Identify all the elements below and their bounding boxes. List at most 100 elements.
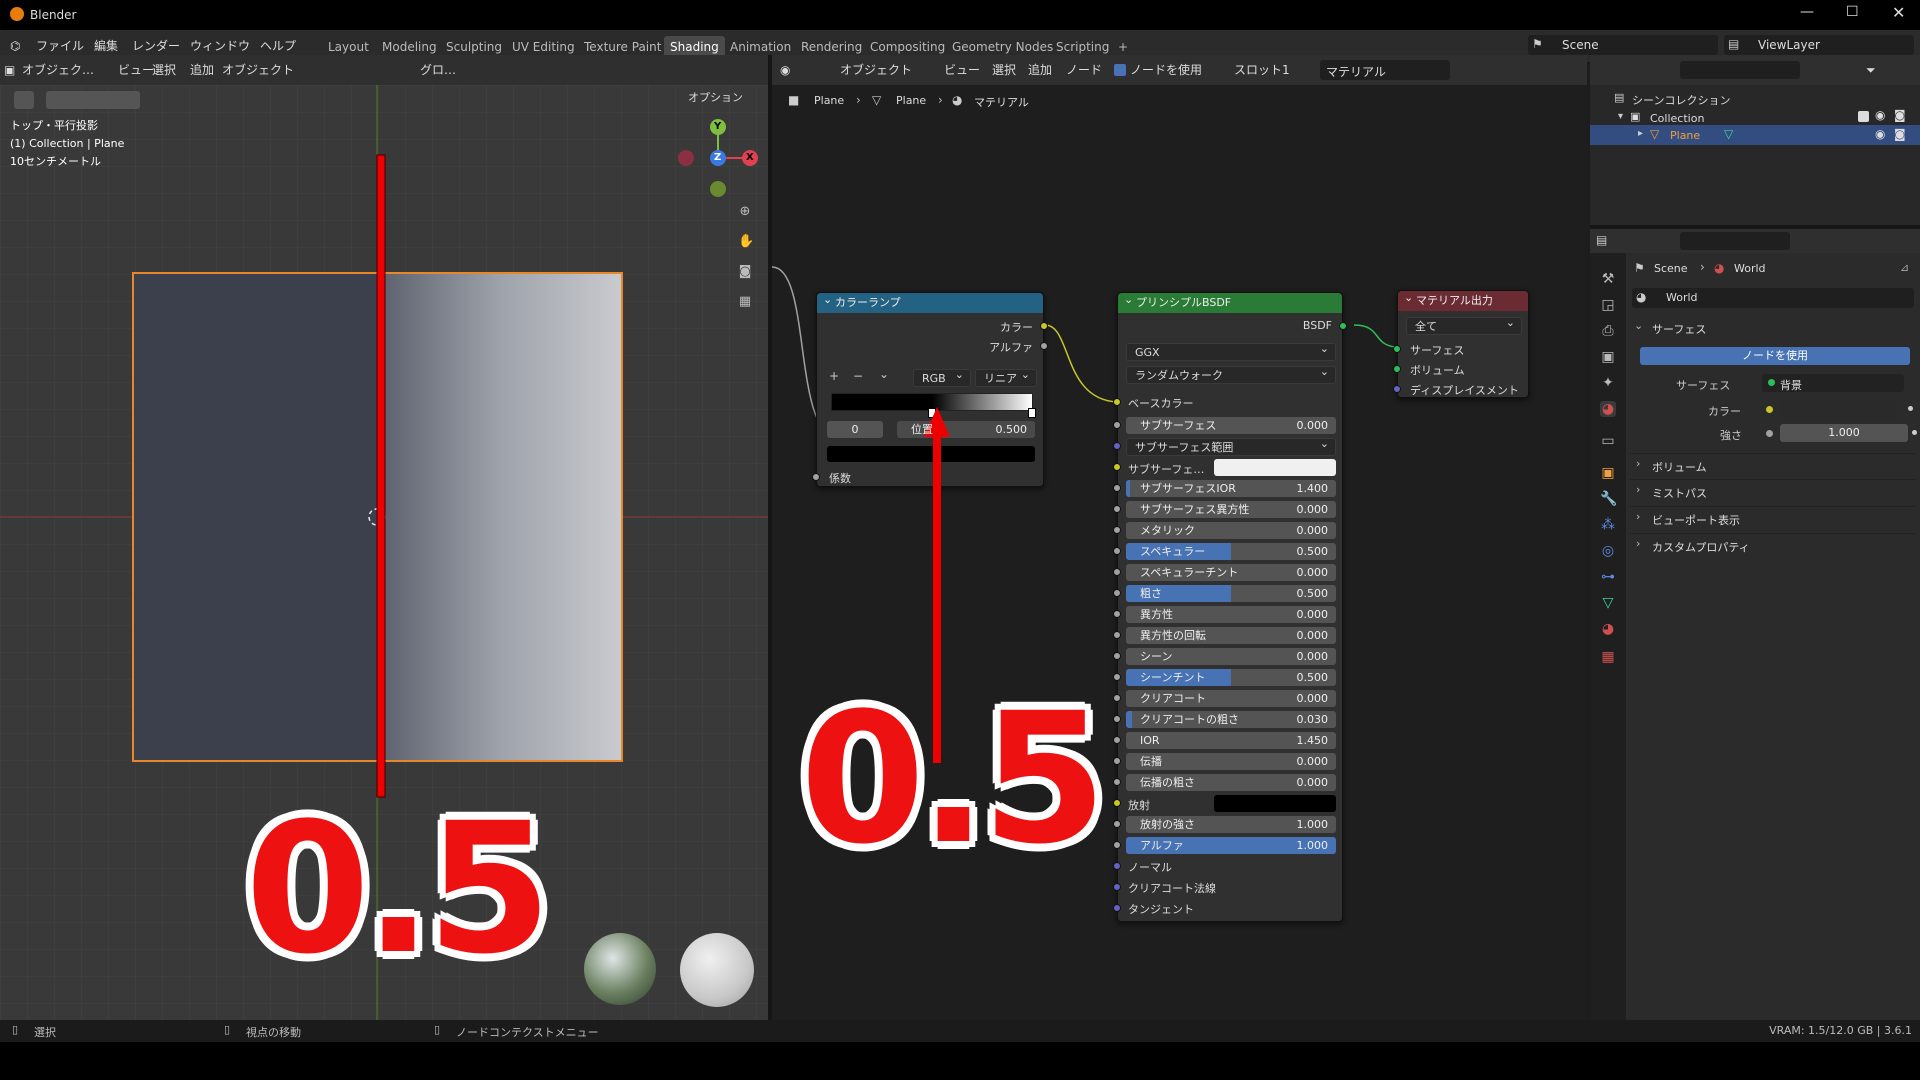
- viewport-display-panel-header[interactable]: › ビューポート表示: [1630, 506, 1916, 528]
- bsdf-input-socket[interactable]: [1113, 820, 1121, 828]
- shader-node-editor[interactable]: ■ Plane › ▽ Plane › ◕ マテリアル カラーランプ カラー ア…: [772, 85, 1587, 1020]
- custom-properties-panel-header[interactable]: › カスタムプロパティ: [1630, 533, 1916, 555]
- bsdf-color-swatch[interactable]: [1214, 459, 1336, 476]
- mode-dropdown[interactable]: オブジェク…: [22, 55, 94, 85]
- principled-bsdf-node[interactable]: プリンシプルBSDF BSDF GGX ランダムウォーク ベースカラー サブサー…: [1113, 290, 1347, 922]
- bsdf-value-field[interactable]: スペキュラー 0.500: [1126, 543, 1336, 560]
- collection-tab-icon[interactable]: ▭: [1600, 433, 1616, 449]
- bsdf-value-field[interactable]: クリアコートの粗さ 0.030: [1126, 711, 1336, 728]
- bsdf-input-socket[interactable]: [1113, 484, 1121, 492]
- bsdf-value-field[interactable]: 放射の強さ 1.000: [1126, 816, 1336, 833]
- menu-add[interactable]: 追加: [190, 55, 214, 85]
- scene-selector[interactable]: ⚑ Scene: [1528, 35, 1718, 55]
- base-color-socket[interactable]: [1113, 398, 1121, 406]
- bsdf-input-socket[interactable]: [1113, 799, 1121, 807]
- bsdf-input-socket[interactable]: [1113, 526, 1121, 534]
- add-stop-button[interactable]: +: [829, 369, 839, 383]
- object-dropdown[interactable]: オブジェクト: [840, 55, 912, 85]
- outliner-row-plane[interactable]: ▸ ▽ Plane ▽ ◉ ◙: [1590, 125, 1920, 145]
- ramp-menu-icon[interactable]: ⌄: [879, 367, 889, 381]
- color-mode-dropdown[interactable]: RGB: [913, 366, 971, 387]
- menu-select[interactable]: 選択: [152, 55, 176, 85]
- bsdf-input-socket[interactable]: [1113, 568, 1121, 576]
- bsdf-value-field[interactable]: アルファ 1.000: [1126, 837, 1336, 854]
- slot-dropdown[interactable]: スロット1: [1234, 55, 1290, 85]
- world-tab-icon[interactable]: ◕: [1600, 401, 1616, 417]
- properties-editor-icon[interactable]: ▤: [1596, 233, 1607, 247]
- bsdf-input-socket[interactable]: [1113, 505, 1121, 513]
- bsdf-input-socket[interactable]: [1113, 673, 1121, 681]
- output-tab-icon[interactable]: ⎙: [1600, 323, 1616, 339]
- output-target-dropdown[interactable]: 全て: [1406, 314, 1522, 335]
- bsdf-input-socket[interactable]: [1113, 652, 1121, 660]
- eye-icon[interactable]: ◉: [1875, 108, 1885, 122]
- bsdf-value-field[interactable]: サブサーフェス異方性 0.000: [1126, 501, 1336, 518]
- bsdf-value-field[interactable]: 伝播 0.000: [1126, 753, 1336, 770]
- zoom-icon[interactable]: ⊕: [738, 205, 752, 219]
- bsdf-input-socket[interactable]: [1113, 778, 1121, 786]
- menu-select[interactable]: 選択: [992, 55, 1016, 85]
- menu-view[interactable]: ビュー: [944, 55, 980, 85]
- viewport-options-dropdown[interactable]: オプション: [688, 89, 743, 105]
- plane-eye-icon[interactable]: ◉: [1875, 127, 1885, 141]
- material-tab-icon[interactable]: ◕: [1600, 621, 1616, 637]
- use-nodes-checkbox[interactable]: [1114, 64, 1126, 76]
- filter-icon[interactable]: ⏷: [1866, 55, 1876, 85]
- camera-render-icon[interactable]: ◙: [1894, 108, 1906, 122]
- bsdf-value-field[interactable]: 粗さ 0.500: [1126, 585, 1336, 602]
- properties-search-field[interactable]: [1680, 232, 1790, 250]
- tool-tab-icon[interactable]: ⚒: [1600, 271, 1616, 287]
- bsdf-input-socket[interactable]: [1113, 841, 1121, 849]
- world-color-swatch[interactable]: [1780, 400, 1896, 418]
- surface-shader-field[interactable]: 背景: [1762, 374, 1904, 392]
- world-selector[interactable]: ◕ World: [1632, 288, 1914, 308]
- use-nodes-button[interactable]: ノードを使用: [1640, 347, 1910, 365]
- bsdf-input-socket[interactable]: [1113, 421, 1121, 429]
- distribution-dropdown[interactable]: GGX: [1126, 340, 1336, 361]
- bsdf-value-field[interactable]: 伝播の粗さ 0.000: [1126, 774, 1336, 791]
- plane-expand-icon[interactable]: ▸: [1638, 128, 1643, 139]
- bsdf-input-socket[interactable]: [1113, 610, 1121, 618]
- bsdf-input-socket[interactable]: [1113, 694, 1121, 702]
- bsdf-color-swatch[interactable]: [1214, 795, 1336, 812]
- material-selector[interactable]: マテリアル: [1320, 60, 1450, 80]
- bsdf-header[interactable]: プリンシプルBSDF: [1118, 290, 1342, 313]
- minimize-button[interactable]: —: [1800, 4, 1814, 20]
- bsdf-value-field[interactable]: シーンチント 0.500: [1126, 669, 1336, 686]
- camera-icon[interactable]: ◙: [738, 265, 752, 279]
- ortho-grid-icon[interactable]: ▦: [738, 295, 752, 309]
- output-color-socket[interactable]: [1040, 322, 1048, 330]
- bsdf-value-field[interactable]: サブサーフェス 0.000: [1126, 417, 1336, 434]
- transform-orientation-dropdown[interactable]: グロ…: [420, 55, 456, 85]
- bsdf-value-field[interactable]: IOR 1.450: [1126, 732, 1336, 749]
- color-keyframe-dot[interactable]: [1908, 406, 1913, 411]
- bsdf-input-socket[interactable]: [1113, 547, 1121, 555]
- modifier-tab-icon[interactable]: 🔧: [1600, 491, 1617, 507]
- menu-object[interactable]: オブジェクト: [222, 55, 294, 85]
- clearcoat-normal-socket[interactable]: [1113, 883, 1121, 891]
- interpolation-dropdown[interactable]: リニア: [975, 366, 1037, 387]
- bsdf-value-field[interactable]: スペキュラーチント 0.000: [1126, 564, 1336, 581]
- stop-position-field[interactable]: 位置 0.500: [897, 421, 1035, 438]
- pin-icon[interactable]: ⊿: [1900, 261, 1909, 274]
- plane-render-icon[interactable]: ◙: [1894, 127, 1906, 141]
- outliner[interactable]: ▤ シーンコレクション ▾ ▣ Collection ◉ ◙ ▸ ▽ Plane…: [1590, 85, 1920, 225]
- surface-panel-header[interactable]: ⌄ サーフェス: [1630, 317, 1916, 339]
- strength-field[interactable]: 1.000: [1780, 424, 1908, 442]
- collection-checkbox[interactable]: [1858, 111, 1869, 122]
- view-layer-selector[interactable]: ▤ ViewLayer: [1724, 35, 1914, 55]
- bsdf-value-field[interactable]: クリアコート 0.000: [1126, 690, 1336, 707]
- editor-type-icon[interactable]: ▣: [4, 55, 15, 85]
- bsdf-input-socket[interactable]: [1113, 631, 1121, 639]
- menu-add[interactable]: 追加: [1028, 55, 1052, 85]
- pan-hand-icon[interactable]: ✋: [738, 235, 754, 249]
- bsdf-value-field[interactable]: 異方性の回転 0.000: [1126, 627, 1336, 644]
- view-layer-tab-icon[interactable]: ▣: [1600, 349, 1616, 365]
- bsdf-input-socket[interactable]: [1113, 589, 1121, 597]
- volume-panel-header[interactable]: › ボリューム: [1630, 453, 1916, 475]
- normal-socket[interactable]: [1113, 862, 1121, 870]
- stop-index-field[interactable]: 0: [827, 421, 883, 438]
- texture-tab-icon[interactable]: ▦: [1600, 649, 1616, 665]
- bsdf-input-socket[interactable]: [1113, 463, 1121, 471]
- material-output-header[interactable]: マテリアル出力: [1398, 288, 1528, 311]
